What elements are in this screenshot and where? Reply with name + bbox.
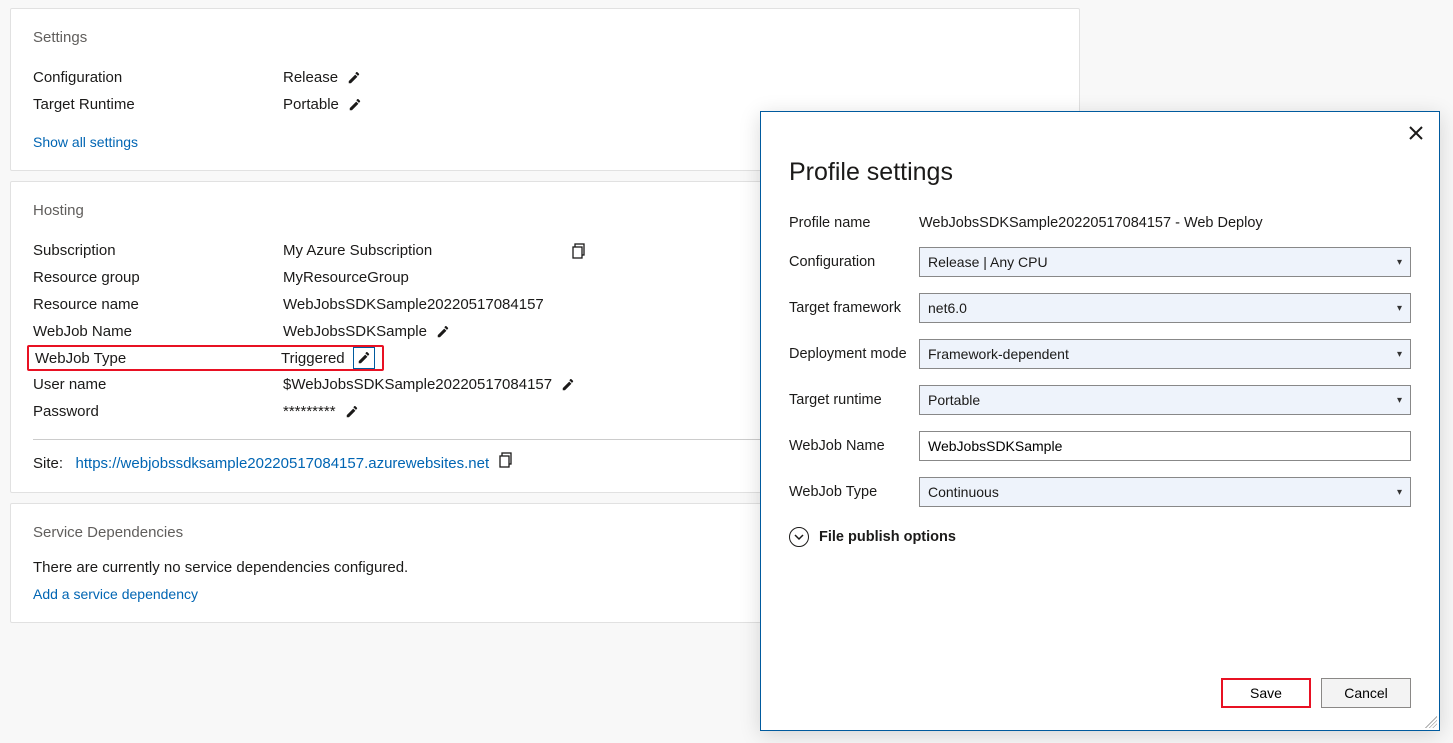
rname-label: Resource name	[33, 296, 283, 313]
chevron-down-icon: ▾	[1397, 395, 1402, 406]
file-publish-options-expander[interactable]: File publish options	[789, 527, 1411, 547]
config-label: Configuration	[789, 254, 919, 270]
webjob-type-row-highlighted: WebJob Type Triggered	[27, 345, 384, 371]
resize-grip[interactable]	[1425, 716, 1437, 728]
subscription-value: My Azure Subscription	[283, 242, 432, 259]
deployment-mode-select[interactable]: Framework-dependent ▾	[919, 339, 1411, 369]
copy-icon[interactable]	[572, 243, 588, 259]
chevron-down-circle-icon	[789, 527, 809, 547]
pencil-icon[interactable]	[344, 404, 360, 420]
configuration-row: Configuration Release | Any CPU ▾	[789, 247, 1411, 277]
uname-value: $WebJobsSDKSample20220517084157	[283, 376, 552, 393]
wjname-value: WebJobsSDKSample	[283, 323, 427, 340]
wjtype-value: Triggered	[281, 350, 345, 367]
profile-name-row: Profile name WebJobsSDKSample20220517084…	[789, 215, 1411, 231]
expander-label: File publish options	[819, 529, 956, 545]
webjob-type-select[interactable]: Continuous ▾	[919, 477, 1411, 507]
runtime-value: Portable	[283, 96, 339, 113]
configuration-value: Release	[283, 69, 338, 86]
deployment-mode-row: Deployment mode Framework-dependent ▾	[789, 339, 1411, 369]
show-all-settings-link[interactable]: Show all settings	[33, 134, 138, 150]
pencil-icon[interactable]	[346, 70, 362, 86]
save-button[interactable]: Save	[1221, 678, 1311, 708]
wjname-label: WebJob Name	[33, 323, 283, 340]
site-url-link[interactable]: https://webjobssdksample20220517084157.a…	[76, 455, 490, 472]
wjname-label-dlg: WebJob Name	[789, 438, 919, 454]
pwd-label: Password	[33, 403, 283, 420]
pencil-icon[interactable]	[560, 377, 576, 393]
configuration-label: Configuration	[33, 69, 283, 86]
webjob-name-input[interactable]	[919, 431, 1411, 461]
tr-select-value: Portable	[928, 392, 980, 408]
webjob-name-row-dialog: WebJob Name	[789, 431, 1411, 461]
chevron-down-icon: ▾	[1397, 257, 1402, 268]
settings-title: Settings	[33, 29, 1057, 46]
dialog-buttons: Save Cancel	[789, 678, 1411, 710]
wjtype-label: WebJob Type	[35, 350, 281, 367]
profile-name-value: WebJobsSDKSample20220517084157 - Web Dep…	[919, 215, 1263, 231]
copy-icon[interactable]	[499, 452, 515, 468]
site-label: Site:	[33, 455, 63, 472]
rg-label: Resource group	[33, 269, 283, 286]
profile-name-label: Profile name	[789, 215, 919, 231]
rg-value: MyResourceGroup	[283, 269, 409, 286]
rname-value: WebJobsSDKSample20220517084157	[283, 296, 544, 313]
dm-label: Deployment mode	[789, 346, 919, 362]
tr-label: Target runtime	[789, 392, 919, 408]
tf-select-value: net6.0	[928, 300, 967, 316]
profile-settings-dialog: Profile settings Profile name WebJobsSDK…	[760, 111, 1440, 731]
configuration-select[interactable]: Release | Any CPU ▾	[919, 247, 1411, 277]
pencil-icon[interactable]	[353, 347, 375, 369]
tf-label: Target framework	[789, 300, 919, 316]
target-framework-select[interactable]: net6.0 ▾	[919, 293, 1411, 323]
config-select-value: Release | Any CPU	[928, 254, 1048, 270]
pwd-value: *********	[283, 403, 336, 420]
uname-label: User name	[33, 376, 283, 393]
pencil-icon[interactable]	[347, 97, 363, 113]
subscription-label: Subscription	[33, 242, 283, 259]
chevron-down-icon: ▾	[1397, 349, 1402, 360]
runtime-label: Target Runtime	[33, 96, 283, 113]
settings-configuration-row: Configuration Release	[33, 64, 1057, 91]
target-framework-row: Target framework net6.0 ▾	[789, 293, 1411, 323]
chevron-down-icon: ▾	[1397, 303, 1402, 314]
dm-select-value: Framework-dependent	[928, 346, 1069, 362]
chevron-down-icon: ▾	[1397, 487, 1402, 498]
add-dependency-link[interactable]: Add a service dependency	[33, 586, 198, 602]
target-runtime-row: Target runtime Portable ▾	[789, 385, 1411, 415]
target-runtime-select[interactable]: Portable ▾	[919, 385, 1411, 415]
pencil-icon[interactable]	[435, 324, 451, 340]
wjtype-label-dlg: WebJob Type	[789, 484, 919, 500]
close-button[interactable]	[1409, 126, 1423, 140]
wjtype-select-value: Continuous	[928, 484, 999, 500]
cancel-button[interactable]: Cancel	[1321, 678, 1411, 708]
webjob-type-row-dialog: WebJob Type Continuous ▾	[789, 477, 1411, 507]
dialog-title: Profile settings	[789, 158, 1411, 187]
